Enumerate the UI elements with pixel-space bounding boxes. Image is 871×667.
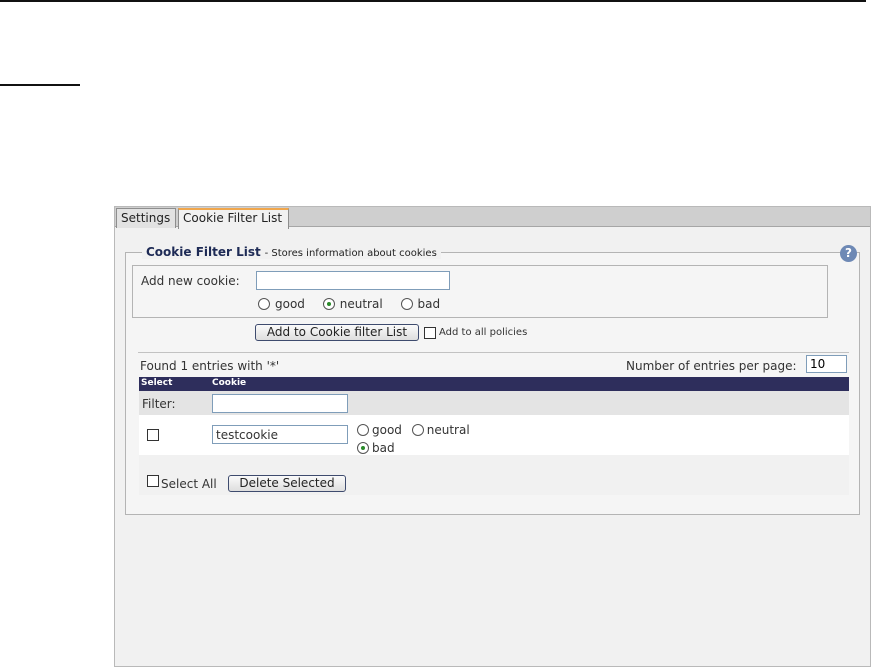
row-radio-good[interactable]: good	[357, 421, 402, 439]
row-select-checkbox[interactable]	[147, 429, 159, 441]
row-radio-neutral-label: neutral	[426, 423, 470, 437]
table-header: Select Cookie	[139, 377, 849, 391]
table-footer: Select All Delete Selected	[139, 455, 849, 495]
column-select: Select	[141, 378, 173, 388]
add-cookie-box: Add new cookie: good neutral bad	[132, 265, 828, 318]
radio-good-label: good	[275, 297, 305, 311]
radio-neutral[interactable]: neutral	[322, 297, 383, 311]
radio-selected-icon	[322, 298, 335, 310]
filter-row: Filter:	[139, 391, 849, 415]
radio-bad-label: bad	[417, 297, 441, 311]
add-cookie-input[interactable]	[256, 271, 450, 290]
add-to-all-policies-label: Add to all policies	[439, 327, 528, 338]
radio-circle-icon	[357, 424, 369, 436]
add-to-all-policies-checkbox[interactable]	[424, 327, 436, 339]
tab-bar: Settings Cookie Filter List	[115, 207, 870, 229]
section-legend: Cookie Filter List - Stores information …	[142, 245, 441, 259]
row-radio-neutral[interactable]: neutral	[411, 421, 470, 439]
entries-per-page-label: Number of entries per page:	[626, 359, 797, 373]
add-cookie-rating: good neutral bad	[258, 297, 454, 311]
cookie-filter-fieldset: Cookie Filter List - Stores information …	[125, 245, 860, 515]
found-entries-text: Found 1 entries with '*'	[140, 359, 280, 373]
tab-cookie-filter-list[interactable]: Cookie Filter List	[178, 208, 289, 229]
filter-label: Filter:	[142, 397, 176, 411]
radio-bad[interactable]: bad	[400, 297, 441, 311]
row-radio-bad-label: bad	[372, 441, 395, 455]
select-all-checkbox[interactable]	[147, 475, 159, 487]
delete-selected-button[interactable]: Delete Selected	[228, 475, 346, 492]
section-subtitle: - Stores information about cookies	[264, 248, 437, 259]
cookie-name-input[interactable]	[212, 425, 348, 444]
question-mark-icon[interactable]: ?	[840, 245, 857, 262]
radio-selected-icon	[357, 442, 369, 454]
radio-neutral-label: neutral	[339, 297, 383, 311]
radio-good[interactable]: good	[258, 297, 305, 311]
filter-input[interactable]	[212, 394, 348, 413]
select-all-label: Select All	[161, 477, 217, 491]
top-divider	[0, 0, 866, 2]
radio-circle-icon	[400, 298, 413, 310]
cookie-table: Select Cookie Filter: good neutral bad S…	[139, 377, 849, 495]
entries-per-page-input[interactable]	[806, 355, 847, 373]
section-divider	[138, 352, 849, 353]
tab-settings[interactable]: Settings	[116, 208, 176, 228]
row-rating: good neutral bad	[357, 421, 507, 457]
add-cookie-label: Add new cookie:	[141, 274, 240, 288]
row-radio-good-label: good	[372, 423, 402, 437]
cookie-filter-panel: Settings Cookie Filter List Cookie Filte…	[114, 206, 871, 667]
section-title: Cookie Filter List	[146, 245, 261, 259]
short-divider	[0, 84, 80, 86]
column-cookie: Cookie	[212, 378, 247, 388]
add-to-cookie-filter-button[interactable]: Add to Cookie filter List	[255, 324, 419, 341]
radio-circle-icon	[258, 298, 270, 310]
radio-circle-icon	[411, 424, 424, 436]
table-row: good neutral bad	[139, 415, 849, 455]
